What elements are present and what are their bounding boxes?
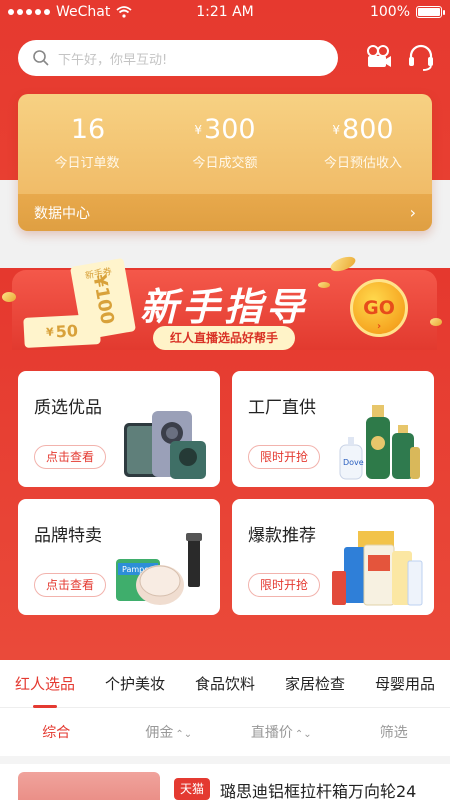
flash-sale-button[interactable]: 限时开抢 bbox=[248, 573, 320, 597]
stat-turnover: ¥300 今日成交额 bbox=[156, 114, 294, 194]
clock: 1:21 AM bbox=[196, 4, 254, 20]
sort-arrows-icon: ⌃⌄ bbox=[175, 729, 193, 740]
product-name: 璐思迪铝框拉杆箱万向轮24 bbox=[220, 782, 417, 800]
video-camera-icon[interactable] bbox=[364, 42, 394, 72]
banner-subtitle: 红人直播选品好帮手 bbox=[153, 326, 295, 350]
go-button[interactable]: GO › bbox=[350, 279, 408, 337]
coin-decoration bbox=[2, 292, 16, 302]
sort-arrows-icon: ⌃⌄ bbox=[294, 729, 312, 740]
stat-label: 今日预估收入 bbox=[323, 156, 402, 171]
sort-filter[interactable]: 筛选 bbox=[338, 722, 450, 742]
tab-mother-baby[interactable]: 母婴用品 bbox=[360, 673, 450, 694]
stats-card: 16 今日订单数 ¥300 今日成交额 ¥800 今日预估收入 数据中心 › bbox=[18, 94, 432, 231]
card-title: 爆款推荐 bbox=[248, 526, 316, 546]
card-factory-direct[interactable]: 工厂直供 限时开抢 Dove bbox=[232, 371, 434, 487]
sort-label: 筛选 bbox=[379, 725, 408, 741]
snacks-product-image bbox=[332, 531, 423, 606]
view-button[interactable]: 点击查看 bbox=[34, 445, 106, 469]
status-bar: WeChat 1:21 AM 100% bbox=[0, 0, 450, 24]
battery-icon bbox=[416, 6, 445, 18]
stat-value: 800 bbox=[342, 114, 394, 145]
sort-label: 佣金 bbox=[145, 725, 174, 741]
search-placeholder: 下午好，你早互动! bbox=[58, 52, 168, 68]
headset-icon[interactable] bbox=[406, 42, 436, 72]
stat-value: 16 bbox=[70, 114, 106, 145]
cosmetics-product-image: Pampers bbox=[116, 533, 202, 605]
flash-sale-button[interactable]: 限时开抢 bbox=[248, 445, 320, 469]
card-hot-picks[interactable]: 爆款推荐 限时开抢 bbox=[232, 499, 434, 615]
stat-currency: ¥ bbox=[332, 123, 341, 137]
sort-label: 综合 bbox=[42, 725, 71, 741]
coupon-50: ¥50 bbox=[23, 314, 101, 348]
platform-badge: 天猫 bbox=[174, 778, 211, 800]
section-divider bbox=[0, 756, 450, 764]
phone-product-image bbox=[124, 411, 206, 479]
chevron-right-icon: › bbox=[376, 321, 382, 332]
data-center-label: 数据中心 bbox=[34, 205, 90, 222]
product-item[interactable]: 天猫 璐思迪铝框拉杆箱万向轮24 bbox=[0, 764, 450, 800]
stat-label: 今日订单数 bbox=[54, 156, 120, 171]
coupon-value: 50 bbox=[55, 320, 79, 341]
svg-text:Dove: Dove bbox=[343, 458, 364, 467]
card-brand-sale[interactable]: 品牌特卖 点击查看 Pampers bbox=[18, 499, 220, 615]
search-bar[interactable]: 下午好，你早互动! bbox=[18, 40, 338, 76]
go-label: GO bbox=[363, 297, 395, 319]
stat-value: 300 bbox=[204, 114, 256, 145]
banner-title: 新手指导 bbox=[140, 284, 309, 329]
chevron-right-icon: › bbox=[409, 203, 416, 222]
sort-live-price[interactable]: 直播价 ⌃⌄ bbox=[225, 722, 338, 742]
view-button[interactable]: 点击查看 bbox=[34, 573, 106, 597]
stat-label: 今日成交额 bbox=[192, 156, 258, 171]
search-icon bbox=[33, 50, 49, 66]
card-title: 工厂直供 bbox=[248, 398, 316, 418]
card-title: 质选优品 bbox=[34, 398, 102, 418]
sort-label: 直播价 bbox=[250, 725, 293, 741]
product-thumbnail bbox=[18, 772, 160, 800]
card-quality-picks[interactable]: 质选优品 点击查看 bbox=[18, 371, 220, 487]
card-title: 品牌特卖 bbox=[34, 526, 102, 546]
tab-food-drinks[interactable]: 食品饮料 bbox=[180, 673, 270, 694]
stat-income: ¥800 今日预估收入 bbox=[294, 114, 432, 194]
shampoo-product-image: Dove bbox=[339, 405, 420, 480]
coin-decoration bbox=[318, 282, 330, 288]
coupon-currency: ¥ bbox=[45, 324, 55, 339]
sort-overall[interactable]: 综合 bbox=[0, 722, 113, 742]
coin-decoration bbox=[430, 318, 442, 326]
tab-influencer-picks[interactable]: 红人选品 bbox=[0, 673, 90, 694]
tab-home[interactable]: 家居检查 bbox=[270, 673, 360, 694]
tab-personal-care[interactable]: 个护美妆 bbox=[90, 673, 180, 694]
category-tabs: 红人选品 个护美妆 食品饮料 家居检查 母婴用品 bbox=[0, 660, 450, 708]
data-center-link[interactable]: 数据中心 › bbox=[18, 194, 432, 231]
stat-orders: 16 今日订单数 bbox=[18, 114, 156, 194]
sort-commission[interactable]: 佣金 ⌃⌄ bbox=[113, 722, 226, 742]
stat-currency: ¥ bbox=[194, 123, 203, 137]
newbie-guide-banner[interactable]: 新手指导 红人直播选品好帮手 GO › bbox=[0, 262, 450, 362]
sort-bar: 综合 佣金 ⌃⌄ 直播价 ⌃⌄ 筛选 bbox=[0, 708, 450, 756]
